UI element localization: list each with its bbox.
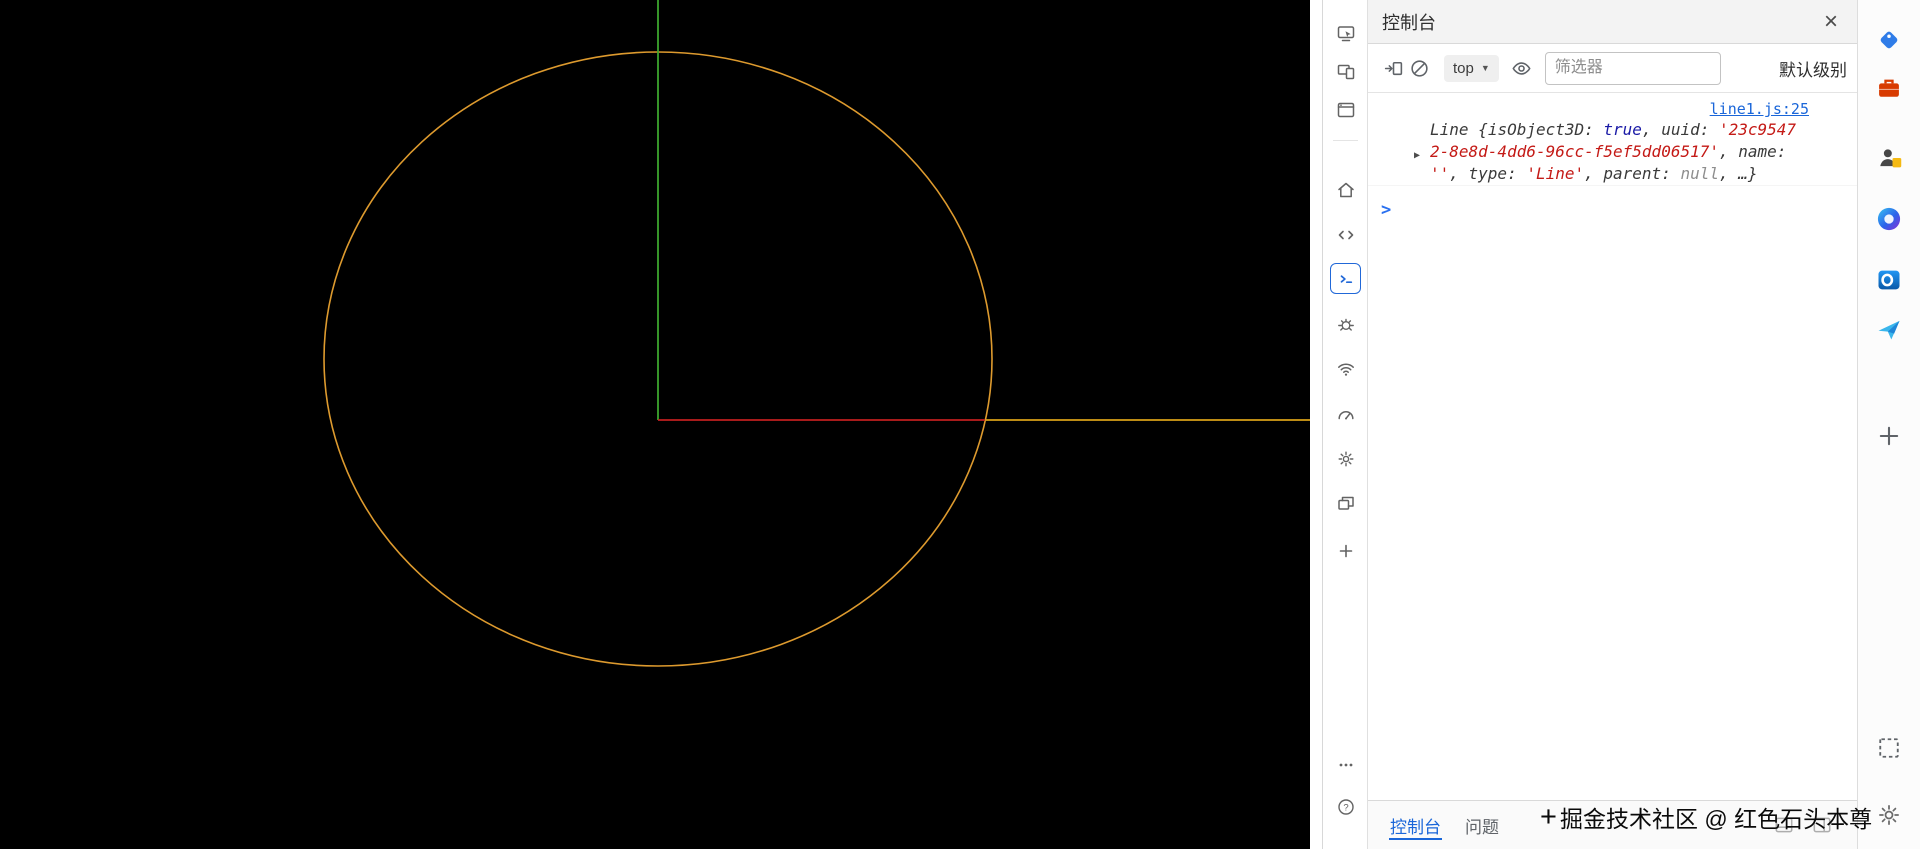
console-title: 控制台 [1382,12,1436,33]
browser-tab-button[interactable] [1330,94,1361,125]
network-icon [1337,363,1354,376]
office-briefcase-icon [1879,79,1899,97]
edge-sidebar [1857,0,1920,849]
plus-icon [1879,426,1899,446]
context-selector-value: top [1453,59,1474,77]
dock-controls [1773,801,1857,849]
drop-button[interactable] [1874,314,1904,344]
bug-icon [1337,318,1354,331]
source-link[interactable]: line1.js:25 [1710,100,1809,118]
clear-console-icon [1410,59,1428,77]
console-input-row[interactable]: > [1368,200,1857,220]
paper-plane-icon [1878,320,1900,340]
application-button[interactable] [1330,488,1361,519]
more-options-button[interactable] [1330,749,1361,780]
performance-button[interactable] [1330,398,1361,429]
prompt-chevron-icon: > [1381,200,1392,220]
dock-bottom-icon[interactable] [1773,814,1795,836]
console-messages: line1.js:25 ▶ Line {isObject3D: true, uu… [1368,93,1857,220]
network-button[interactable] [1330,353,1361,384]
expand-sidebar-icon [1384,61,1402,75]
log-line-3: '', type: 'Line', parent: null, …} [1430,164,1758,183]
tab-issues[interactable]: 问题 [1453,801,1511,849]
copilot-icon [1877,207,1901,231]
home-button[interactable] [1330,174,1361,205]
elements-icon [1338,230,1353,239]
sidebar-add-button[interactable] [1874,421,1904,451]
activity-bar-separator [1333,140,1358,141]
inspect-icon [1337,25,1354,41]
copilot-button[interactable] [1874,204,1904,234]
scene-drawing [323,0,1310,849]
ellipsis-icon [1339,763,1352,766]
eye-icon [1512,61,1531,75]
log-line-1: Line {isObject3D: true, uuid: '23c9547 [1430,120,1797,139]
clear-console-button[interactable] [1406,55,1432,81]
help-icon: ? [1337,798,1354,815]
more-tools-button[interactable] [1330,535,1361,566]
plus-icon [1339,544,1352,557]
console-panel: 控制台 × top ▼ 默认级别 line1.js:25 [1368,0,1857,849]
shopping-tag-button[interactable] [1874,25,1904,55]
expand-sidebar-button[interactable] [1380,55,1406,81]
screenshot-button[interactable] [1874,733,1904,763]
drawer-tab-bar: 控制台 问题 [1368,800,1857,849]
help-button[interactable]: ? [1330,791,1361,822]
outlook-button[interactable] [1874,265,1904,295]
live-expression-button[interactable] [1509,55,1535,81]
console-toolbar: top ▼ 默认级别 [1368,44,1857,93]
screenshot-selection-icon [1879,738,1899,758]
elements-button[interactable] [1330,219,1361,250]
log-level-dropdown[interactable]: 默认级别 [1779,56,1849,81]
outlook-icon [1878,270,1900,290]
log-source-row: line1.js:25 [1368,93,1857,119]
office-button[interactable] [1874,73,1904,103]
inspect-button[interactable] [1330,17,1361,48]
device-emulation-icon [1337,64,1354,79]
settings-gear-icon [1338,451,1353,466]
performance-icon [1337,410,1354,419]
contacts-button[interactable] [1874,143,1904,173]
context-selector[interactable]: top ▼ [1444,54,1499,82]
settings-button[interactable] [1330,443,1361,474]
console-icon [1340,274,1352,283]
home-icon [1337,182,1354,197]
log-line-2: 2-8e8d-4dd6-96cc-f5ef5dd06517', name: [1430,142,1787,161]
console-header: 控制台 × [1368,0,1857,44]
log-object-preview: ▶ Line {isObject3D: true, uuid: '23c9547… [1368,119,1857,186]
application-icon [1337,496,1354,510]
sidebar-settings-button[interactable] [1874,800,1904,830]
device-emulation-button[interactable] [1330,55,1361,86]
expand-arrow-icon[interactable]: ▶ [1414,145,1420,167]
debug-button[interactable] [1330,308,1361,339]
close-button[interactable]: × [1815,6,1847,38]
devtools-activity-bar: ? [1322,0,1368,849]
svg-text:?: ? [1343,802,1348,813]
console-button[interactable] [1330,263,1361,294]
gear-icon [1879,805,1899,825]
filter-input[interactable] [1544,51,1721,85]
browser-tab-icon [1337,102,1354,117]
contacts-icon [1880,149,1902,168]
tab-console[interactable]: 控制台 [1378,801,1453,849]
dock-right-icon[interactable] [1811,814,1833,836]
shopping-tag-icon [1880,31,1898,49]
chevron-down-icon: ▼ [1480,63,1490,73]
threejs-canvas[interactable] [0,0,1310,849]
